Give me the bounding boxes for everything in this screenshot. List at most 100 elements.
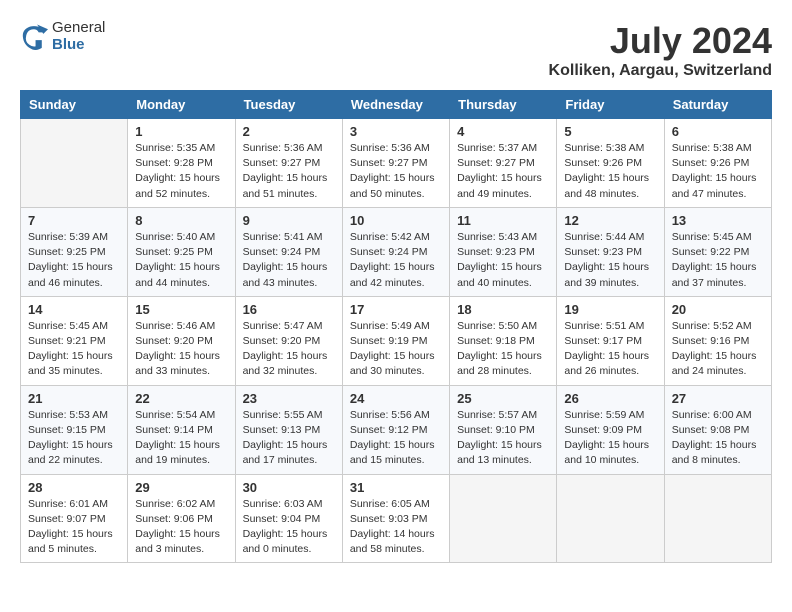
- day-header-sunday: Sunday: [21, 91, 128, 119]
- day-header-wednesday: Wednesday: [342, 91, 449, 119]
- calendar-cell: 22Sunrise: 5:54 AM Sunset: 9:14 PM Dayli…: [128, 385, 235, 474]
- logo: General Blue: [20, 20, 105, 53]
- cell-day-info: Sunrise: 5:59 AM Sunset: 9:09 PM Dayligh…: [564, 408, 656, 469]
- cell-day-number: 15: [135, 302, 227, 317]
- calendar-cell: 4 Sunrise: 5:37 AM Sunset: 9:27 PM Daylig…: [450, 119, 557, 208]
- cell-day-info: Sunrise: 5:51 AM Sunset: 9:17 PM Dayligh…: [564, 319, 656, 380]
- logo-general-text: General: [52, 20, 105, 37]
- calendar-cell: 18 Sunrise: 5:50 AM Sunset: 9:18 PM Dayli…: [450, 296, 557, 385]
- calendar-cell: 16Sunrise: 5:47 AM Sunset: 9:20 PM Dayli…: [235, 296, 342, 385]
- cell-day-info: Sunrise: 5:36 AM Sunset: 9:27 PM Dayligh…: [350, 141, 442, 202]
- cell-day-number: 26: [564, 391, 656, 406]
- cell-day-number: 7: [28, 213, 120, 228]
- cell-day-info: Sunrise: 5:35 AM Sunset: 9:28 PM Dayligh…: [135, 141, 227, 202]
- logo-blue-text: Blue: [52, 37, 105, 54]
- calendar-cell: 8 Sunrise: 5:40 AM Sunset: 9:25 PM Daylig…: [128, 207, 235, 296]
- cell-day-number: 23: [243, 391, 335, 406]
- cell-day-number: 30: [243, 480, 335, 495]
- cell-day-number: 11: [457, 213, 549, 228]
- cell-day-number: 18: [457, 302, 549, 317]
- cell-day-number: 5: [564, 124, 656, 139]
- cell-day-info: Sunrise: 5:45 AM Sunset: 9:22 PM Dayligh…: [672, 230, 764, 291]
- cell-day-info: Sunrise: 5:46 AM Sunset: 9:20 PM Dayligh…: [135, 319, 227, 380]
- day-header-thursday: Thursday: [450, 91, 557, 119]
- location-title: Kolliken, Aargau, Switzerland: [549, 62, 772, 80]
- calendar-cell: 27 Sunrise: 6:00 AM Sunset: 9:08 PM Dayli…: [664, 385, 771, 474]
- calendar-cell: 1 Sunrise: 5:35 AM Sunset: 9:28 PM Daylig…: [128, 119, 235, 208]
- calendar-cell: 9 Sunrise: 5:41 AM Sunset: 9:24 PM Daylig…: [235, 207, 342, 296]
- cell-day-info: Sunrise: 5:37 AM Sunset: 9:27 PM Dayligh…: [457, 141, 549, 202]
- logo-icon: [20, 23, 48, 51]
- calendar-cell: 17Sunrise: 5:49 AM Sunset: 9:19 PM Dayli…: [342, 296, 449, 385]
- calendar-week-row: 21 Sunrise: 5:53 AM Sunset: 9:15 PM Dayli…: [21, 385, 772, 474]
- calendar-cell: [21, 119, 128, 208]
- cell-day-number: 12: [564, 213, 656, 228]
- cell-day-info: Sunrise: 5:53 AM Sunset: 9:15 PM Dayligh…: [28, 408, 120, 469]
- cell-day-number: 1: [135, 124, 227, 139]
- cell-day-number: 21: [28, 391, 120, 406]
- calendar-header-row: SundayMondayTuesdayWednesdayThursdayFrid…: [21, 91, 772, 119]
- calendar-cell: 11 Sunrise: 5:43 AM Sunset: 9:23 PM Dayli…: [450, 207, 557, 296]
- cell-day-info: Sunrise: 5:50 AM Sunset: 9:18 PM Dayligh…: [457, 319, 549, 380]
- calendar-cell: 24 Sunrise: 5:56 AM Sunset: 9:12 PM Dayli…: [342, 385, 449, 474]
- cell-day-info: Sunrise: 5:56 AM Sunset: 9:12 PM Dayligh…: [350, 408, 442, 469]
- calendar-week-row: 7Sunrise: 5:39 AM Sunset: 9:25 PM Daylig…: [21, 207, 772, 296]
- calendar-week-row: 28Sunrise: 6:01 AM Sunset: 9:07 PM Dayli…: [21, 474, 772, 563]
- calendar-cell: 5 Sunrise: 5:38 AM Sunset: 9:26 PM Daylig…: [557, 119, 664, 208]
- calendar-cell: 12Sunrise: 5:44 AM Sunset: 9:23 PM Dayli…: [557, 207, 664, 296]
- cell-day-number: 27: [672, 391, 764, 406]
- cell-day-number: 10: [350, 213, 442, 228]
- cell-day-info: Sunrise: 5:40 AM Sunset: 9:25 PM Dayligh…: [135, 230, 227, 291]
- calendar-cell: [557, 474, 664, 563]
- cell-day-info: Sunrise: 6:00 AM Sunset: 9:08 PM Dayligh…: [672, 408, 764, 469]
- calendar-cell: 3 Sunrise: 5:36 AM Sunset: 9:27 PM Daylig…: [342, 119, 449, 208]
- cell-day-number: 8: [135, 213, 227, 228]
- cell-day-info: Sunrise: 5:42 AM Sunset: 9:24 PM Dayligh…: [350, 230, 442, 291]
- calendar-cell: 13 Sunrise: 5:45 AM Sunset: 9:22 PM Dayli…: [664, 207, 771, 296]
- calendar-cell: 15 Sunrise: 5:46 AM Sunset: 9:20 PM Dayli…: [128, 296, 235, 385]
- day-header-friday: Friday: [557, 91, 664, 119]
- cell-day-number: 13: [672, 213, 764, 228]
- cell-day-number: 24: [350, 391, 442, 406]
- cell-day-number: 22: [135, 391, 227, 406]
- cell-day-number: 20: [672, 302, 764, 317]
- month-title: July 2024: [549, 20, 772, 62]
- cell-day-number: 2: [243, 124, 335, 139]
- cell-day-info: Sunrise: 5:41 AM Sunset: 9:24 PM Dayligh…: [243, 230, 335, 291]
- calendar-cell: 31 Sunrise: 6:05 AM Sunset: 9:03 PM Dayli…: [342, 474, 449, 563]
- cell-day-info: Sunrise: 6:05 AM Sunset: 9:03 PM Dayligh…: [350, 497, 442, 558]
- cell-day-number: 19: [564, 302, 656, 317]
- day-header-monday: Monday: [128, 91, 235, 119]
- cell-day-number: 17: [350, 302, 442, 317]
- cell-day-number: 3: [350, 124, 442, 139]
- cell-day-info: Sunrise: 5:55 AM Sunset: 9:13 PM Dayligh…: [243, 408, 335, 469]
- title-section: July 2024 Kolliken, Aargau, Switzerland: [549, 20, 772, 80]
- cell-day-number: 9: [243, 213, 335, 228]
- cell-day-number: 4: [457, 124, 549, 139]
- cell-day-info: Sunrise: 5:38 AM Sunset: 9:26 PM Dayligh…: [564, 141, 656, 202]
- cell-day-info: Sunrise: 5:36 AM Sunset: 9:27 PM Dayligh…: [243, 141, 335, 202]
- cell-day-number: 31: [350, 480, 442, 495]
- cell-day-info: Sunrise: 6:03 AM Sunset: 9:04 PM Dayligh…: [243, 497, 335, 558]
- cell-day-info: Sunrise: 5:45 AM Sunset: 9:21 PM Dayligh…: [28, 319, 120, 380]
- cell-day-number: 16: [243, 302, 335, 317]
- calendar-cell: 21 Sunrise: 5:53 AM Sunset: 9:15 PM Dayli…: [21, 385, 128, 474]
- calendar-cell: 30 Sunrise: 6:03 AM Sunset: 9:04 PM Dayli…: [235, 474, 342, 563]
- calendar-cell: [664, 474, 771, 563]
- day-header-tuesday: Tuesday: [235, 91, 342, 119]
- cell-day-number: 6: [672, 124, 764, 139]
- calendar-cell: 25Sunrise: 5:57 AM Sunset: 9:10 PM Dayli…: [450, 385, 557, 474]
- cell-day-info: Sunrise: 5:43 AM Sunset: 9:23 PM Dayligh…: [457, 230, 549, 291]
- page-header: General Blue July 2024 Kolliken, Aargau,…: [20, 20, 772, 80]
- calendar-cell: 2 Sunrise: 5:36 AM Sunset: 9:27 PM Daylig…: [235, 119, 342, 208]
- calendar-week-row: 14Sunrise: 5:45 AM Sunset: 9:21 PM Dayli…: [21, 296, 772, 385]
- cell-day-number: 28: [28, 480, 120, 495]
- cell-day-info: Sunrise: 5:52 AM Sunset: 9:16 PM Dayligh…: [672, 319, 764, 380]
- calendar-cell: 28Sunrise: 6:01 AM Sunset: 9:07 PM Dayli…: [21, 474, 128, 563]
- calendar-cell: 29Sunrise: 6:02 AM Sunset: 9:06 PM Dayli…: [128, 474, 235, 563]
- day-header-saturday: Saturday: [664, 91, 771, 119]
- calendar-cell: [450, 474, 557, 563]
- calendar-table: SundayMondayTuesdayWednesdayThursdayFrid…: [20, 90, 772, 563]
- calendar-cell: 23 Sunrise: 5:55 AM Sunset: 9:13 PM Dayli…: [235, 385, 342, 474]
- cell-day-info: Sunrise: 5:38 AM Sunset: 9:26 PM Dayligh…: [672, 141, 764, 202]
